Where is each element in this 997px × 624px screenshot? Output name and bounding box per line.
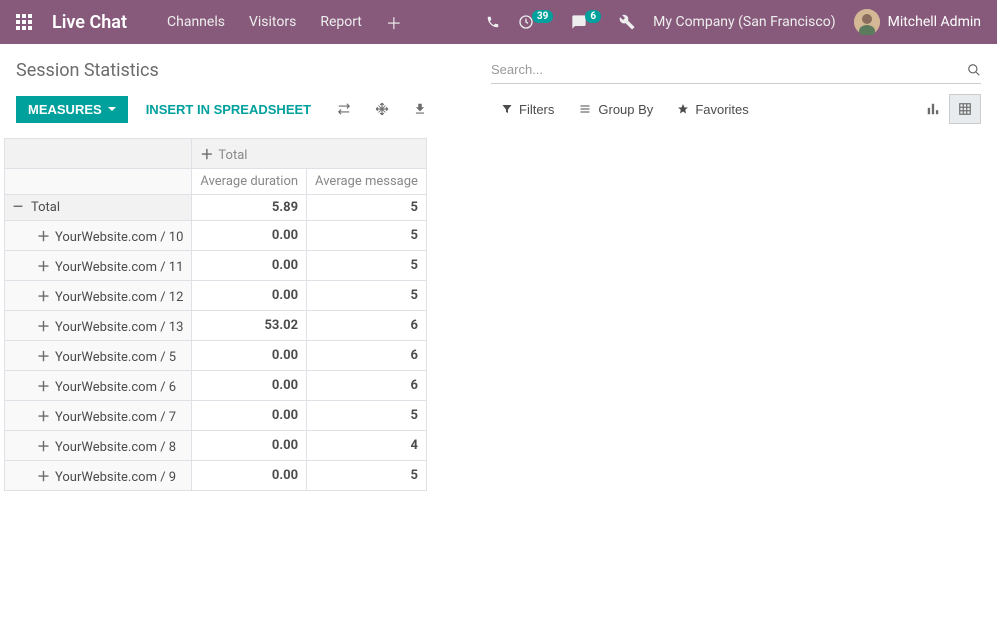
- debug-icon[interactable]: [619, 14, 635, 30]
- cell: 53.02: [192, 311, 307, 341]
- avatar: [854, 9, 880, 35]
- plus-icon[interactable]: ＋: [37, 256, 49, 275]
- plus-icon[interactable]: ＋: [37, 406, 49, 425]
- cell: 0.00: [192, 371, 307, 401]
- cell: 6: [307, 371, 427, 401]
- filters-button[interactable]: Filters: [491, 96, 564, 123]
- groupby-icon: [578, 103, 592, 115]
- cell: 0.00: [192, 251, 307, 281]
- row-header-total[interactable]: —Total: [5, 195, 192, 221]
- plus-icon[interactable]: ＋: [37, 466, 49, 485]
- pivot-table: ＋Total Average duration Average message …: [4, 138, 427, 491]
- cell: 5: [307, 221, 427, 251]
- apps-icon[interactable]: [16, 14, 32, 30]
- expand-all-icon[interactable]: [367, 96, 397, 122]
- row-header[interactable]: ＋YourWebsite.com / 13: [5, 311, 192, 341]
- row-header[interactable]: ＋YourWebsite.com / 10: [5, 221, 192, 251]
- nav-new-icon[interactable]: ＋: [386, 10, 402, 34]
- plus-icon[interactable]: ＋: [37, 436, 49, 455]
- row-header[interactable]: ＋YourWebsite.com / 6: [5, 371, 192, 401]
- top-navbar: Live Chat Channels Visitors Report ＋ 39 …: [0, 0, 997, 44]
- cell: 5.89: [192, 195, 307, 221]
- messages-badge: 6: [585, 10, 601, 23]
- favorites-button[interactable]: Favorites: [667, 96, 758, 123]
- cell: 5: [307, 251, 427, 281]
- measures-button[interactable]: MEASURES: [16, 96, 128, 123]
- cell: 5: [307, 195, 427, 221]
- nav-link-channels[interactable]: Channels: [167, 14, 225, 30]
- row-header[interactable]: ＋YourWebsite.com / 7: [5, 401, 192, 431]
- cell: 0.00: [192, 431, 307, 461]
- filters-label: Filters: [519, 102, 554, 117]
- cell: 0.00: [192, 341, 307, 371]
- nav-link-report[interactable]: Report: [320, 14, 362, 30]
- plus-icon[interactable]: ＋: [37, 376, 49, 395]
- cell: 6: [307, 311, 427, 341]
- measure-header-1[interactable]: Average message: [307, 169, 427, 195]
- download-icon[interactable]: [405, 96, 435, 122]
- cell: 0.00: [192, 221, 307, 251]
- phone-icon[interactable]: [486, 15, 500, 29]
- graph-view-button[interactable]: [917, 94, 949, 124]
- row-header[interactable]: ＋YourWebsite.com / 8: [5, 431, 192, 461]
- row-header[interactable]: ＋YourWebsite.com / 12: [5, 281, 192, 311]
- search-input[interactable]: [491, 58, 967, 81]
- row-header[interactable]: ＋YourWebsite.com / 9: [5, 461, 192, 491]
- pivot-view-button[interactable]: [949, 94, 981, 124]
- control-panel: Session Statistics MEASURES INSERT IN SP…: [0, 44, 997, 134]
- activity-badge: 39: [532, 10, 553, 23]
- plus-icon[interactable]: ＋: [37, 346, 49, 365]
- cell: 6: [307, 341, 427, 371]
- flip-axis-icon[interactable]: [329, 96, 359, 122]
- cell: 4: [307, 431, 427, 461]
- favorites-label: Favorites: [695, 102, 748, 117]
- cell: 5: [307, 281, 427, 311]
- nav-links: Channels Visitors Report: [167, 14, 362, 30]
- search-box[interactable]: [491, 56, 981, 84]
- cell: 0.00: [192, 461, 307, 491]
- plus-icon[interactable]: ＋: [37, 226, 49, 245]
- filter-icon: [501, 103, 513, 115]
- search-icon[interactable]: [967, 63, 981, 77]
- plus-icon[interactable]: ＋: [37, 316, 49, 335]
- plus-icon[interactable]: ＋: [200, 144, 212, 163]
- activity-icon[interactable]: 39: [518, 14, 553, 30]
- user-name: Mitchell Admin: [888, 14, 981, 30]
- plus-icon[interactable]: ＋: [37, 286, 49, 305]
- measure-header-0[interactable]: Average duration: [192, 169, 307, 195]
- view-switcher: [917, 94, 981, 124]
- insert-spreadsheet-button[interactable]: INSERT IN SPREADSHEET: [136, 96, 321, 123]
- messages-icon[interactable]: 6: [571, 14, 601, 30]
- pivot-corner: [5, 139, 192, 169]
- app-brand[interactable]: Live Chat: [52, 12, 127, 33]
- nav-link-visitors[interactable]: Visitors: [249, 14, 296, 30]
- groupby-button[interactable]: Group By: [568, 96, 663, 123]
- caret-down-icon: [108, 107, 116, 111]
- cell: 0.00: [192, 401, 307, 431]
- star-icon: [677, 103, 689, 115]
- groupby-label: Group By: [598, 102, 653, 117]
- row-header[interactable]: ＋YourWebsite.com / 5: [5, 341, 192, 371]
- page-title: Session Statistics: [16, 60, 159, 81]
- company-selector[interactable]: My Company (San Francisco): [653, 14, 835, 30]
- row-header[interactable]: ＋YourWebsite.com / 11: [5, 251, 192, 281]
- user-menu[interactable]: Mitchell Admin: [854, 9, 981, 35]
- minus-icon[interactable]: —: [13, 200, 25, 215]
- pivot-corner2: [5, 169, 192, 195]
- col-header-total[interactable]: ＋Total: [192, 139, 427, 169]
- measures-label: MEASURES: [28, 102, 102, 117]
- cell: 5: [307, 461, 427, 491]
- cell: 5: [307, 401, 427, 431]
- cell: 0.00: [192, 281, 307, 311]
